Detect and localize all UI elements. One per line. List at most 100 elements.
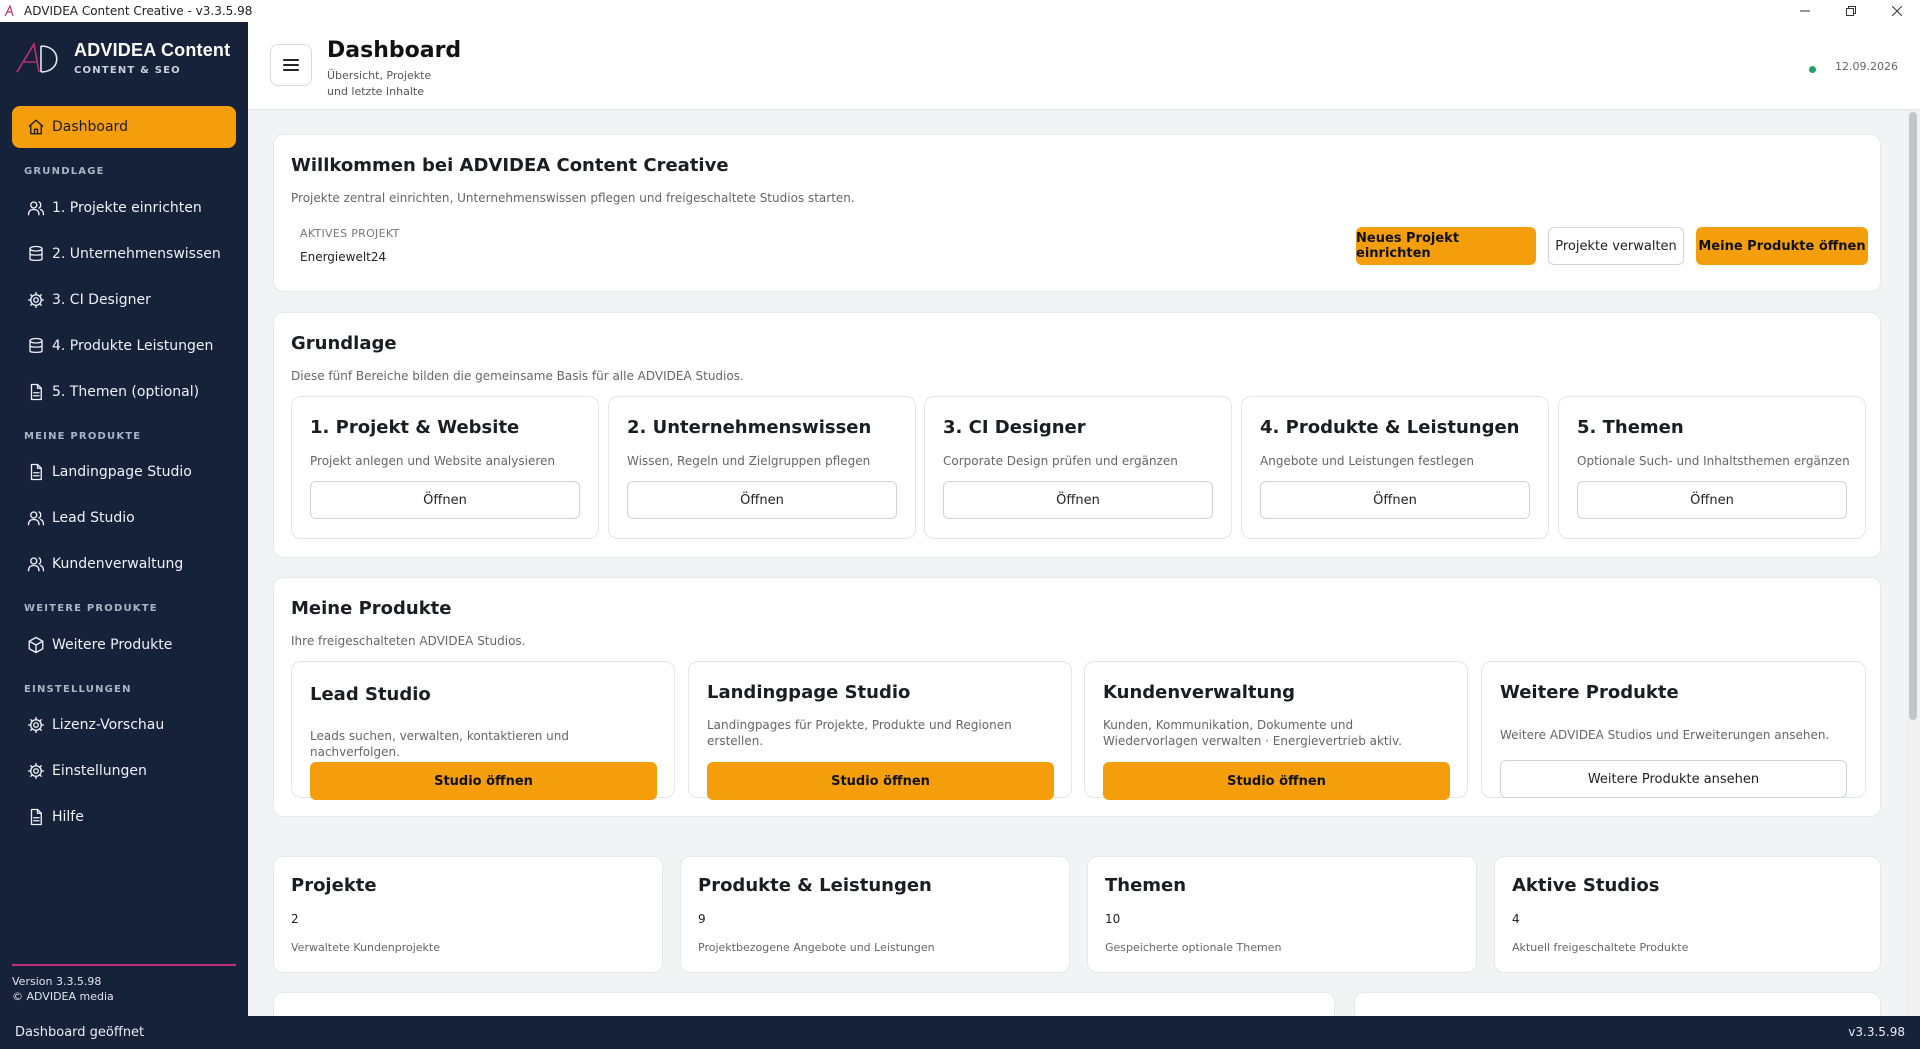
sidebar-item-weitere-produkte[interactable]: Weitere Produkte [12,624,236,666]
document-icon [26,462,46,482]
grundlage-item-projekt: 1. Projekt & Website Projekt anlegen und… [291,396,599,539]
welcome-title: Willkommen bei ADVIDEA Content Creative [291,155,729,176]
section-label-meine-produkte: MEINE PRODUKTE [24,431,142,442]
sidebar-item-label: Dashboard [52,119,128,135]
sidebar-item-unternehmenswissen[interactable]: 2. Unternehmenswissen [12,233,236,275]
sidebar-item-dashboard[interactable]: Dashboard [12,106,236,148]
sidebar-item-label: 4. Produkte Leistungen [52,338,214,354]
sidebar-divider [12,964,236,966]
grundlage-item-desc: Corporate Design prüfen und ergänzen [943,454,1178,468]
brand: ADVIDEA Content CONTENT & SEO [14,40,230,76]
grundlage-item-themen: 5. Themen Optionale Such- und Inhaltsthe… [1558,396,1866,539]
sidebar-item-themen[interactable]: 5. Themen (optional) [12,371,236,413]
close-icon[interactable] [1874,0,1920,22]
open-studio-button[interactable]: Studio öffnen [1103,762,1450,800]
grundlage-item-title: 2. Unternehmenswissen [627,417,872,438]
sidebar-item-produkte-leistungen[interactable]: 4. Produkte Leistungen [12,325,236,367]
stat-card-aktive-studios: Aktive Studios 4 Aktuell freigeschaltete… [1494,856,1881,973]
sidebar-item-ci-designer[interactable]: 3. CI Designer [12,279,236,321]
product-desc: Kunden, Kommunikation, Dokumente und Wie… [1103,718,1402,748]
sidebar-item-hilfe[interactable]: Hilfe [12,796,236,838]
new-project-button[interactable]: Neues Projekt einrichten [1356,227,1536,265]
sidebar-item-label: Landingpage Studio [52,464,192,480]
sidebar-item-label: Kundenverwaltung [52,556,184,572]
bottom-card-left [273,992,1335,1016]
product-desc: Leads suchen, verwalten, kontaktieren un… [310,729,570,759]
produkte-description: Ihre freigeschalteten ADVIDEA Studios. [291,634,526,648]
open-button[interactable]: Öffnen [1260,481,1530,519]
sidebar-item-landingpage-studio[interactable]: Landingpage Studio [12,451,236,493]
hamburger-icon [283,59,299,71]
main-scrollbar[interactable] [1906,110,1920,1016]
gear-icon [26,290,46,310]
document-icon [26,382,46,402]
grundlage-item-desc: Projekt anlegen und Website analysieren [310,454,555,468]
sidebar-item-label: Lizenz-Vorschau [52,717,165,733]
grundlage-card: Grundlage Diese fünf Bereiche bilden die… [273,312,1881,558]
grundlage-item-ci-designer: 3. CI Designer Corporate Design prüfen u… [924,396,1232,539]
status-version: v3.3.5.98 [1848,1025,1905,1039]
open-studio-button[interactable]: Studio öffnen [707,762,1054,800]
view-more-products-button[interactable]: Weitere Produkte ansehen [1500,760,1847,798]
status-bar: Dashboard geöffnet v3.3.5.98 [0,1016,1920,1049]
grundlage-item-title: 5. Themen [1577,417,1684,438]
page-title: Dashboard [327,38,462,63]
scrollbar-thumb[interactable] [1909,112,1917,720]
database-icon [26,336,46,356]
open-button[interactable]: Öffnen [1577,481,1847,519]
header-date: 12.09.2026 [1835,60,1898,73]
database-icon [26,244,46,264]
grundlage-item-title: 3. CI Designer [943,417,1086,438]
welcome-card: Willkommen bei ADVIDEA Content Creative … [273,134,1881,292]
open-button[interactable]: Öffnen [310,481,580,519]
grundlage-item-desc: Optionale Such- und Inhaltsthemen ergänz… [1577,454,1850,468]
stat-value: 9 [698,912,706,926]
stat-title: Produkte & Leistungen [698,875,932,896]
version-info: Version 3.3.5.98 © ADVIDEA media [12,974,114,1004]
welcome-description: Projekte zentral einrichten, Unternehmen… [291,191,855,205]
section-label-einstellungen: EINSTELLUNGEN [24,684,132,695]
product-lead-studio: Lead Studio Leads suchen, verwalten, kon… [291,661,675,800]
open-studio-button[interactable]: Studio öffnen [310,762,657,800]
produkte-card: Meine Produkte Ihre freigeschalteten ADV… [273,577,1881,817]
grundlage-item-produkte: 4. Produkte & Leistungen Angebote und Le… [1241,396,1549,539]
gear-icon [26,715,46,735]
sidebar-item-lizenz-vorschau[interactable]: Lizenz-Vorschau [12,704,236,746]
document-icon [26,807,46,827]
stat-card-themen: Themen 10 Gespeicherte optionale Themen [1087,856,1477,973]
brand-subtitle: CONTENT & SEO [74,65,181,76]
sidebar-item-einstellungen[interactable]: Einstellungen [12,750,236,792]
product-desc: Landingpages für Projekte, Produkte und … [707,718,1012,748]
stat-title: Projekte [291,875,377,896]
product-title: Weitere Produkte [1500,682,1679,703]
active-project-value: Energiewelt24 [300,250,387,264]
sidebar-item-label: 2. Unternehmenswissen [52,246,221,262]
product-landingpage-studio: Landingpage Studio Landingpages für Proj… [688,661,1072,800]
stat-card-produkte: Produkte & Leistungen 9 Projektbezogene … [680,856,1070,973]
grundlage-item-title: 4. Produkte & Leistungen [1260,417,1520,438]
open-products-button[interactable]: Meine Produkte öffnen [1696,227,1868,265]
product-title: Landingpage Studio [707,682,911,703]
restore-icon[interactable] [1828,0,1874,22]
users-icon [26,554,46,574]
users-icon [26,508,46,528]
sidebar-item-projekte[interactable]: 1. Projekte einrichten [12,187,236,229]
open-button[interactable]: Öffnen [943,481,1213,519]
menu-toggle-button[interactable] [270,44,312,86]
product-kundenverwaltung: Kundenverwaltung Kunden, Kommunikation, … [1084,661,1468,800]
stat-value: 4 [1512,912,1520,926]
stat-value: 10 [1105,912,1121,926]
stat-title: Aktive Studios [1512,875,1660,896]
sidebar-item-kundenverwaltung[interactable]: Kundenverwaltung [12,543,236,585]
minimize-icon[interactable] [1782,0,1828,22]
produkte-title: Meine Produkte [291,598,452,619]
open-button[interactable]: Öffnen [627,481,897,519]
grundlage-title: Grundlage [291,333,397,354]
cube-icon [26,635,46,655]
product-title: Kundenverwaltung [1103,682,1296,703]
manage-projects-button[interactable]: Projekte verwalten [1548,227,1684,265]
grundlage-item-title: 1. Projekt & Website [310,417,520,438]
sidebar-item-lead-studio[interactable]: Lead Studio [12,497,236,539]
page-subtitle: Übersicht, Projekte und letzte Inhalte [327,69,432,98]
sidebar-item-label: 5. Themen (optional) [52,384,200,400]
